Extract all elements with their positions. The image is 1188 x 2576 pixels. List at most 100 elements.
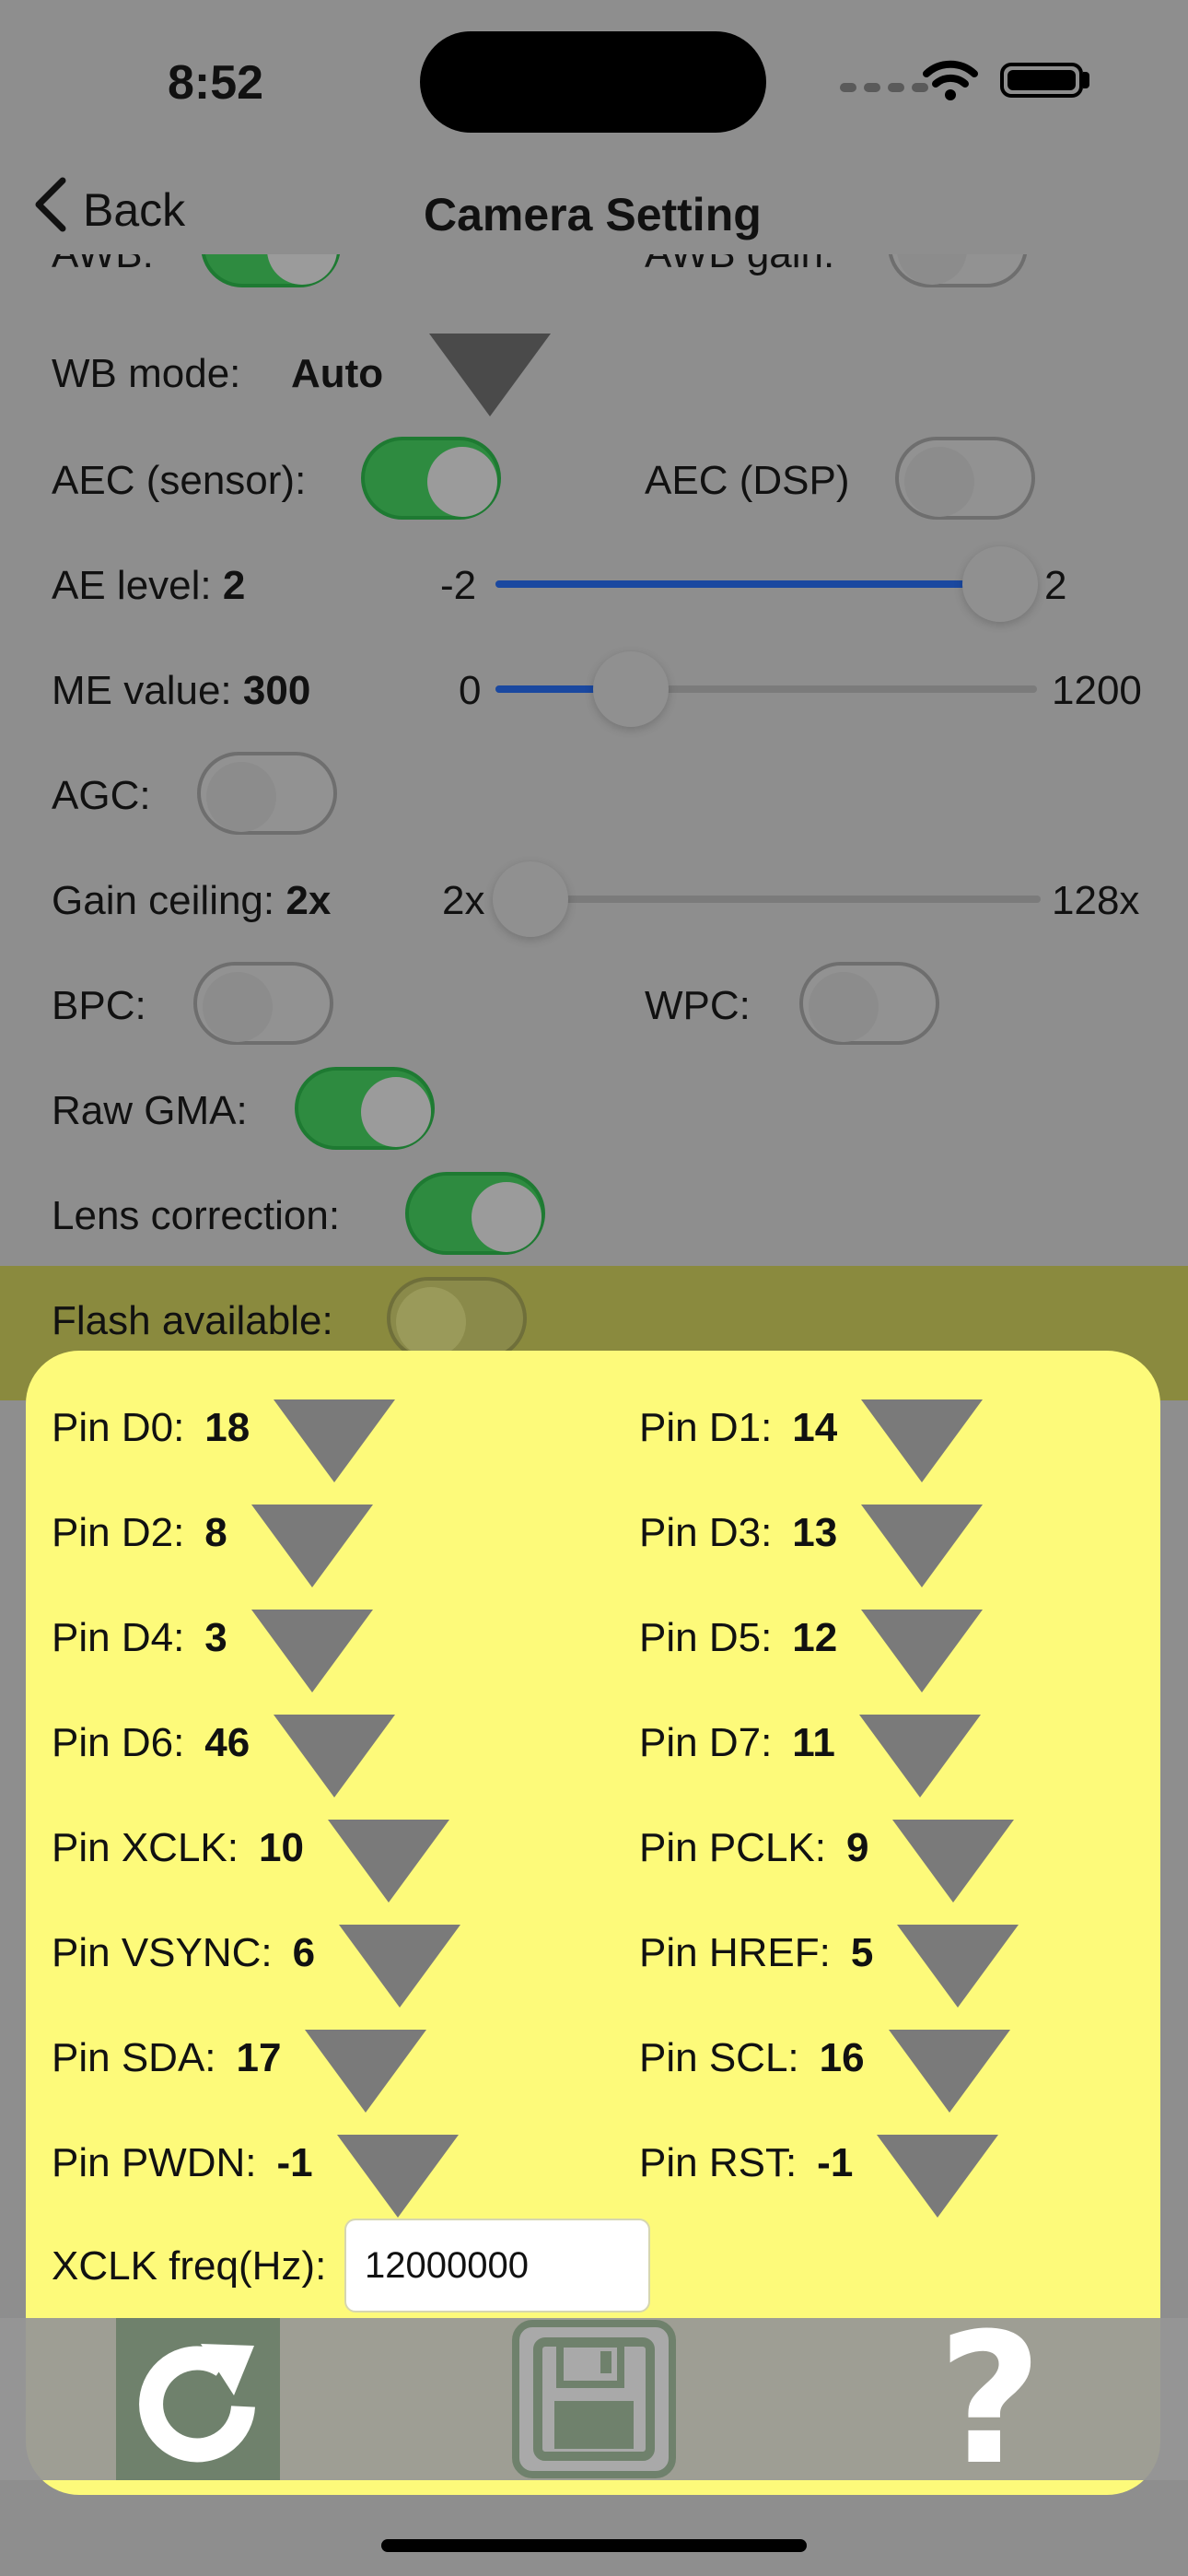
pin-dropdown-icon[interactable] <box>858 1715 981 1797</box>
save-button[interactable] <box>512 2320 676 2478</box>
pin-label: Pin D0: <box>52 1405 185 1450</box>
pin-value: 18 <box>204 1405 250 1450</box>
cellular-icon <box>840 81 932 94</box>
lens-correction-label: Lens correction: <box>52 1193 341 1238</box>
ae-level-label: AE level: <box>52 563 212 608</box>
gain-ceiling-min: 2x <box>442 878 485 923</box>
pin-dropdown-icon[interactable] <box>305 2030 427 2113</box>
wb-mode-label: WB mode: <box>52 351 241 396</box>
awb-gain-label: AWB gain: <box>645 254 834 275</box>
chevron-left-icon <box>33 177 70 243</box>
gain-ceiling-max: 128x <box>1052 878 1140 923</box>
pin-label: Pin D7: <box>639 1720 773 1765</box>
pin-dropdown-icon[interactable] <box>336 2135 459 2218</box>
ae-level-min: -2 <box>440 563 477 608</box>
pin-row: Pin VSYNC: 6 <box>52 1925 461 2008</box>
pin-row: Pin D5: 12 <box>639 1610 984 1692</box>
pin-dropdown-icon[interactable] <box>897 1925 1019 2008</box>
pin-value: 17 <box>236 2035 282 2080</box>
pin-row: Pin D1: 14 <box>639 1399 984 1482</box>
flash-available-switch[interactable] <box>387 1277 527 1360</box>
wb-mode-dropdown-icon[interactable] <box>429 334 551 416</box>
clipped-row: AWB: AWB gain: <box>0 254 1188 313</box>
home-indicator <box>381 2539 807 2552</box>
pin-label: Pin SCL: <box>639 2035 799 2080</box>
slider-thumb[interactable] <box>493 861 568 937</box>
ae-level-value: 2 <box>222 563 246 608</box>
pin-dropdown-icon[interactable] <box>861 1610 984 1692</box>
wifi-icon <box>923 57 978 101</box>
xclk-freq-input[interactable]: 12000000 <box>344 2219 650 2313</box>
pin-dropdown-icon[interactable] <box>250 1505 373 1587</box>
help-button[interactable]: ? <box>930 2295 1050 2505</box>
pin-row: Pin D3: 13 <box>639 1505 984 1587</box>
pin-row: Pin SCL: 16 <box>639 2030 1010 2113</box>
pin-dropdown-icon[interactable] <box>327 1820 449 1903</box>
pin-label: Pin D3: <box>639 1510 773 1555</box>
gain-ceiling-label: Gain ceiling: <box>52 878 275 923</box>
pin-value: 14 <box>792 1405 838 1450</box>
agc-label: AGC: <box>52 773 151 818</box>
pin-dropdown-icon[interactable] <box>861 1399 984 1482</box>
pin-dropdown-icon[interactable] <box>861 1505 984 1587</box>
agc-switch[interactable] <box>197 752 337 835</box>
pin-value: 6 <box>292 1930 316 1975</box>
pin-label: Pin VSYNC: <box>52 1930 273 1975</box>
pin-value: 5 <box>850 1930 874 1975</box>
awb-label: AWB: <box>52 254 154 275</box>
pin-value: 8 <box>204 1510 227 1555</box>
pin-row: Pin XCLK: 10 <box>52 1820 449 1903</box>
bpc-switch[interactable] <box>193 962 333 1045</box>
pin-label: Pin D1: <box>639 1405 773 1450</box>
pin-value: 10 <box>258 1825 304 1870</box>
aec-sensor-switch[interactable] <box>361 437 501 520</box>
me-value-max: 1200 <box>1052 668 1142 713</box>
back-button[interactable]: Back <box>33 177 185 240</box>
pin-label: Pin XCLK: <box>52 1825 239 1870</box>
pin-label: Pin D2: <box>52 1510 185 1555</box>
aec-dsp-switch[interactable] <box>895 437 1035 520</box>
awb-gain-switch[interactable] <box>888 254 1028 287</box>
aec-dsp-label: AEC (DSP) <box>645 458 850 503</box>
dynamic-island <box>420 31 766 133</box>
help-icon: ? <box>938 2295 1042 2505</box>
reload-button[interactable] <box>116 2318 280 2480</box>
wpc-switch[interactable] <box>799 962 939 1045</box>
pin-value: 9 <box>845 1825 869 1870</box>
me-value-label: ME value: <box>52 668 232 713</box>
pin-row: Pin RST: -1 <box>639 2135 999 2218</box>
pin-row: Pin D0: 18 <box>52 1399 396 1482</box>
pin-dropdown-icon[interactable] <box>339 1925 461 2008</box>
pin-row: Pin D7: 11 <box>639 1715 981 1797</box>
pin-dropdown-icon[interactable] <box>877 2135 999 2218</box>
pin-row: Pin D6: 46 <box>52 1715 396 1797</box>
battery-tip <box>1083 72 1089 88</box>
me-value-value: 300 <box>242 668 311 713</box>
pin-dropdown-icon[interactable] <box>892 1820 1015 1903</box>
status-time: 8:52 <box>168 56 264 110</box>
awb-switch[interactable] <box>201 254 341 287</box>
page-title: Camera Setting <box>424 189 762 240</box>
raw-gma-label: Raw GMA: <box>52 1088 248 1133</box>
raw-gma-switch[interactable] <box>295 1067 435 1150</box>
pin-row: Pin D4: 3 <box>52 1610 373 1692</box>
pin-label: Pin RST: <box>639 2140 798 2185</box>
pin-dropdown-icon[interactable] <box>274 1399 396 1482</box>
slider-thumb[interactable] <box>593 651 669 727</box>
slider-thumb[interactable] <box>962 546 1038 622</box>
pin-value: -1 <box>817 2140 854 2185</box>
pin-value: 46 <box>204 1720 250 1765</box>
wb-mode-value: Auto <box>291 351 384 396</box>
pin-value: 16 <box>819 2035 865 2080</box>
pin-label: Pin PCLK: <box>639 1825 826 1870</box>
pin-value: 11 <box>792 1720 835 1765</box>
pin-label: Pin HREF: <box>639 1930 831 1975</box>
pin-row: Pin PCLK: 9 <box>639 1820 1015 1903</box>
aec-sensor-label: AEC (sensor): <box>52 458 307 503</box>
bpc-label: BPC: <box>52 983 146 1028</box>
pin-value: 13 <box>792 1510 838 1555</box>
pin-dropdown-icon[interactable] <box>888 2030 1010 2113</box>
pin-dropdown-icon[interactable] <box>274 1715 396 1797</box>
lens-correction-switch[interactable] <box>405 1172 545 1255</box>
pin-dropdown-icon[interactable] <box>250 1610 373 1692</box>
